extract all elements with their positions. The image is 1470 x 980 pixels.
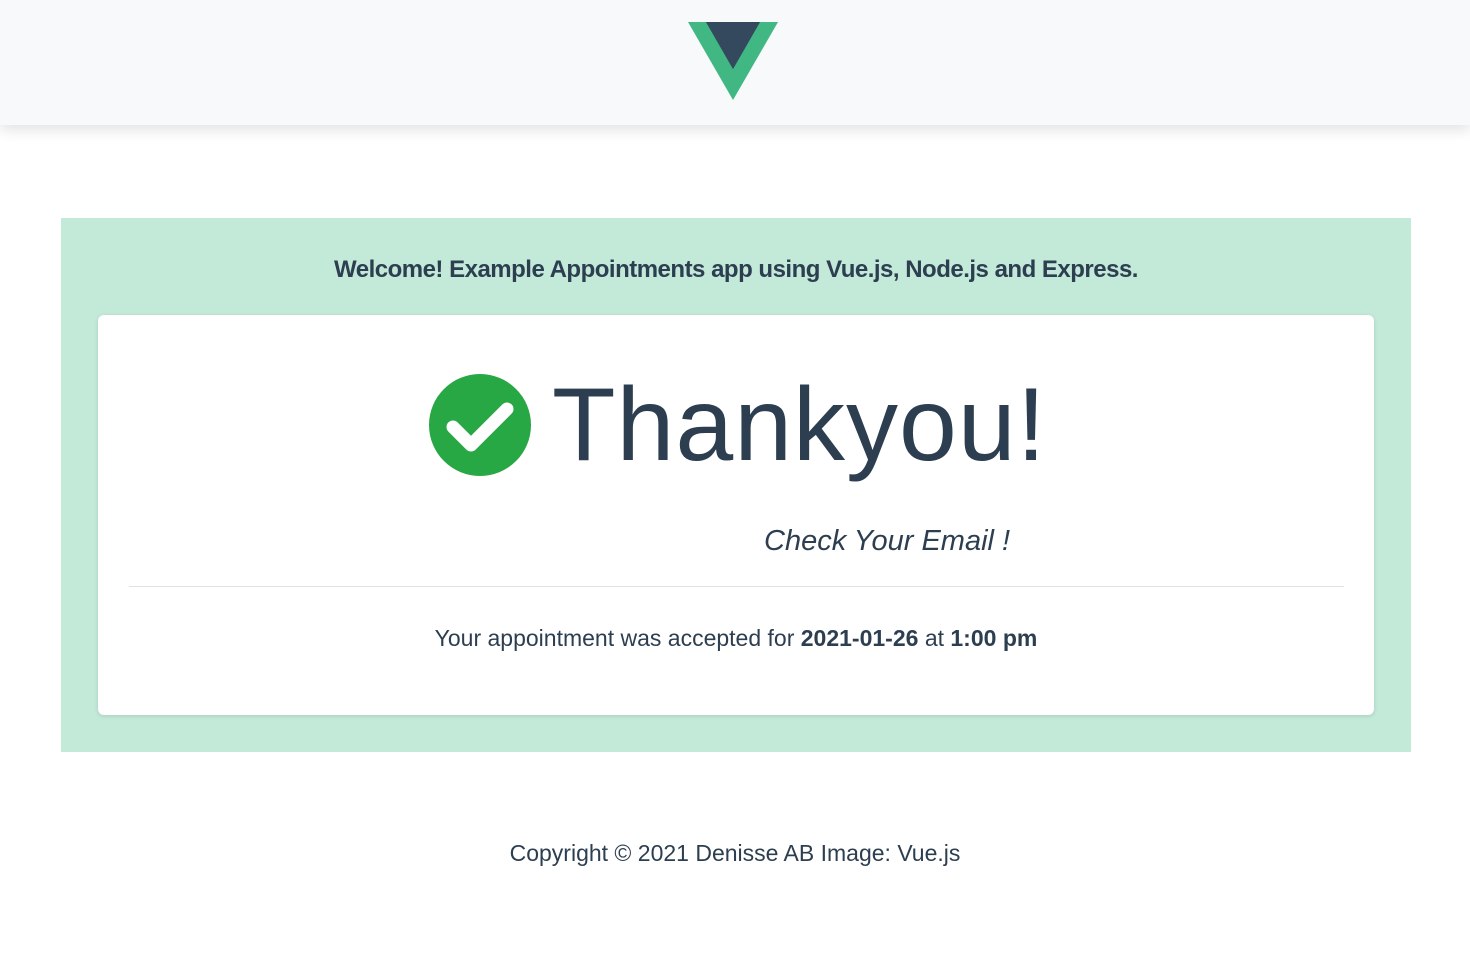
appointment-confirmation: Your appointment was accepted for 2021-0… bbox=[98, 625, 1374, 652]
welcome-message: Welcome! Example Appointments app using … bbox=[334, 256, 1138, 283]
appointment-prefix: Your appointment was accepted for bbox=[434, 625, 795, 651]
appointment-date: 2021-01-26 bbox=[800, 625, 919, 651]
footer-copyright: Copyright © 2021 Denisse AB Image: Vue.j… bbox=[509, 840, 961, 866]
vue-logo-icon bbox=[688, 22, 778, 100]
thankyou-title: Thankyou! bbox=[552, 367, 1047, 483]
divider bbox=[129, 586, 1344, 587]
welcome-banner: Welcome! Example Appointments app using … bbox=[61, 218, 1411, 752]
check-circle-icon bbox=[429, 374, 531, 476]
appointment-connector: at bbox=[924, 625, 944, 651]
top-navbar bbox=[0, 0, 1470, 125]
confirmation-card: Thankyou! Check Your Email ! Your appoin… bbox=[98, 315, 1374, 715]
appointment-time: 1:00 pm bbox=[950, 625, 1038, 651]
check-email-subtitle: Check Your Email ! bbox=[764, 525, 1011, 557]
